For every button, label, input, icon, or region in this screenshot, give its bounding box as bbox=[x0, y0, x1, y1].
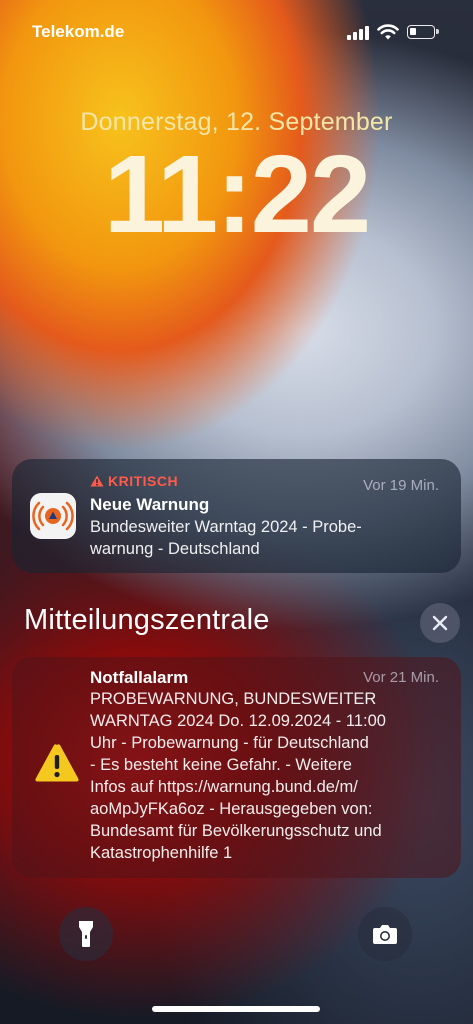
notification-body-line-2: warnung - Deutschland bbox=[90, 540, 260, 558]
alarm-title: Notfallalarm bbox=[90, 668, 189, 687]
close-icon bbox=[432, 615, 448, 631]
notification-body-line-1: Bundesweiter Warntag 2024 - Probe- bbox=[90, 518, 362, 536]
camera-icon bbox=[373, 925, 397, 944]
wifi-icon bbox=[377, 24, 399, 40]
alarm-body-line: Uhr - Probewarnung - für Deutschland bbox=[90, 734, 369, 752]
alarm-body-line: Infos auf https://warnung.bund.de/m/ bbox=[90, 778, 358, 796]
status-bar: Telekom.de bbox=[0, 20, 473, 44]
notification-time: Vor 19 Min. bbox=[363, 477, 439, 494]
critical-badge: KRITISCH bbox=[90, 473, 178, 489]
battery-icon bbox=[407, 25, 439, 39]
alarm-body-line: Bundesamt für Bevölkerungsschutz und bbox=[90, 822, 382, 840]
notification-title: Neue Warnung bbox=[90, 495, 210, 514]
critical-notification[interactable]: KRITISCH Vor 19 Min. Neue Warnung Bundes… bbox=[12, 459, 461, 573]
alarm-time: Vor 21 Min. bbox=[363, 669, 439, 686]
flashlight-button[interactable] bbox=[59, 907, 113, 961]
warning-triangle-icon bbox=[35, 744, 79, 782]
camera-button[interactable] bbox=[358, 907, 412, 961]
lock-time: 11:22 bbox=[103, 133, 371, 256]
notification-center-title: Mitteilungszentrale bbox=[24, 604, 270, 636]
carrier-name: Telekom.de bbox=[32, 22, 125, 41]
critical-badge-label: KRITISCH bbox=[108, 473, 179, 489]
home-indicator[interactable] bbox=[152, 1006, 320, 1012]
alarm-body-line: PROBEWARNUNG, BUNDESWEITER bbox=[90, 690, 377, 708]
critical-warning-icon bbox=[90, 475, 104, 487]
alarm-body-line: aoMpJyFKa6oz - Herausgegeben von: bbox=[90, 800, 373, 818]
clear-notifications-button[interactable] bbox=[420, 603, 460, 643]
cellular-signal-icon bbox=[347, 26, 371, 40]
alarm-body-line: WARNTAG 2024 Do. 12.09.2024 - 11:00 bbox=[90, 712, 386, 730]
nina-warning-app-icon bbox=[30, 493, 76, 539]
emergency-alarm-notification[interactable]: Notfallalarm Vor 21 Min. PROBEWARNUNG, B… bbox=[12, 657, 461, 878]
flashlight-icon bbox=[79, 921, 93, 947]
alarm-body-line: - Es besteht keine Gefahr. - Weitere bbox=[90, 756, 352, 774]
alarm-body-line: Katastrophenhilfe 1 bbox=[90, 844, 233, 862]
